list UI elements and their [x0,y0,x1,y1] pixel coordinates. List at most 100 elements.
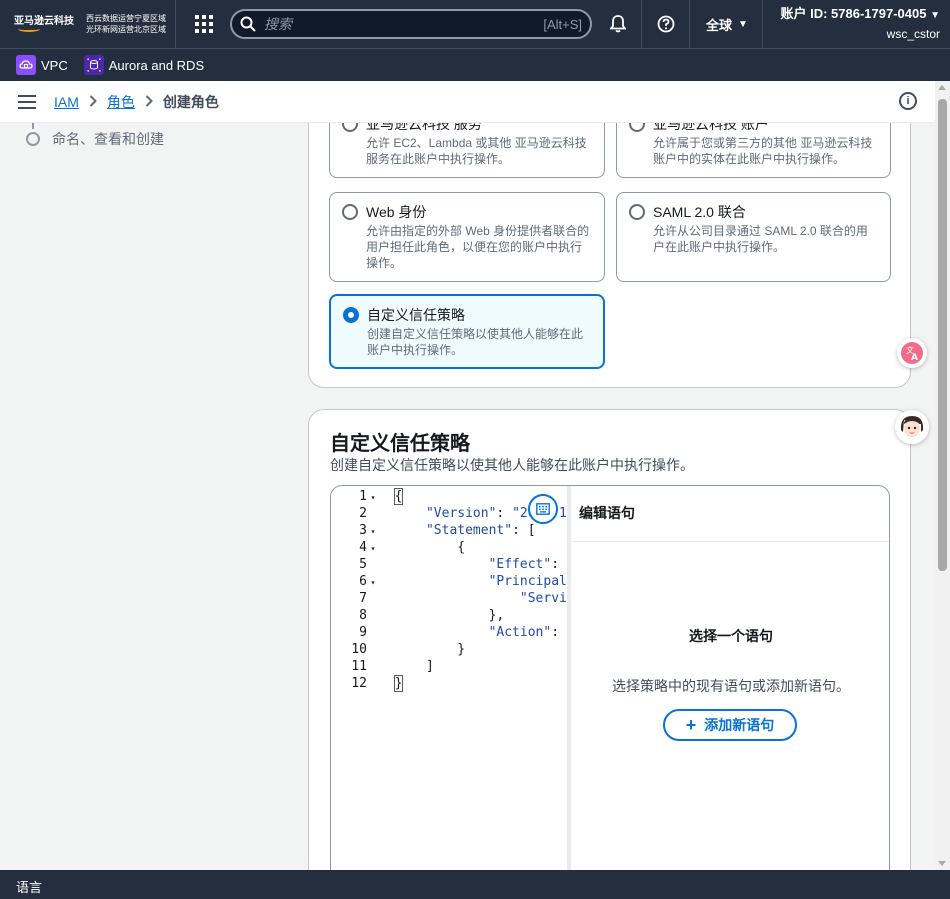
line-number: 11 [351,659,367,674]
services-menu-button[interactable] [186,6,222,42]
scroll-up-arrow-icon[interactable] [938,85,946,90]
info-icon[interactable]: i [899,92,917,110]
caret-down-icon: ▼ [930,10,940,21]
account-id: 账户 ID: 5786-1797-0405 [780,6,927,21]
line-number: 12 [351,676,367,691]
code-text: "Principal": { [488,574,567,589]
tile-aws-service[interactable]: 亚马逊云科技 服务 允许 EC2、Lambda 或其他 亚马逊云科技 服务在此账… [329,123,605,178]
gutter-gap [379,591,395,606]
fold-toggle-icon[interactable]: ▾ [367,523,379,540]
assistant-avatar[interactable] [895,410,929,444]
code-text: { [393,488,404,505]
breadcrumb-current: 创建角色 [162,93,219,110]
code-text: } [394,642,466,657]
fold-toggle-icon[interactable]: ▾ [367,574,379,591]
step-label: 命名、查看和创建 [52,131,164,147]
tile-description: 允许 EC2、Lambda 或其他 亚马逊云科技 服务在此账户中执行操作。 [366,136,587,166]
tile-title: Web 身份 [366,204,427,220]
tile-saml-federation[interactable]: SAML 2.0 联合 允许从公司目录通过 SAML 2.0 联合的用户在此账户… [616,192,891,282]
tile-custom-trust-policy[interactable]: 自定义信任策略 创建自定义信任策略以使其他人能够在此账户中执行操作。 [329,294,605,369]
favorite-vpc[interactable]: VPC [16,55,68,75]
gutter-gap [379,659,395,674]
language-selector[interactable]: 语言 [16,880,42,895]
radio-button[interactable] [629,204,645,220]
top-navigation: 亚马逊云科技 西云数据运营宁夏区域 光环新网运营北京区域 搜索 [Alt+S] [0,0,950,48]
region-selector[interactable]: 全球 ▼ [690,0,763,48]
translate-widget-button[interactable]: 文 A [897,338,927,368]
statement-editor-title: 编辑语句 [571,486,889,542]
code-text: "Statement": [ [425,523,536,538]
favorites-bar: VPC Aurora and RDS [0,48,950,81]
keyboard-shortcuts-button[interactable] [528,494,558,524]
custom-trust-policy-panel: 自定义信任策略 创建自定义信任策略以使其他人能够在此账户中执行操作。 1 ▾ {2… [308,409,911,870]
radio-button-selected[interactable] [343,307,359,323]
tile-aws-account[interactable]: 亚马逊云科技 账户 允许属于您或第三方的其他 亚马逊云科技 账户中的实体在此账户… [616,123,891,178]
tile-title: 亚马逊云科技 账户 [653,123,769,132]
gutter-gap [379,625,395,640]
gutter-gap [379,506,395,521]
tile-description: 允许从公司目录通过 SAML 2.0 联合的用户在此账户中执行操作。 [653,224,868,254]
breadcrumb-roles[interactable]: 角色 [107,92,135,112]
tile-description: 允许由指定的外部 Web 身份提供者联合的用户担任此角色，以便在您的账户中执行操… [366,224,590,270]
code-line[interactable]: 9 "Action": "sts:AssumeRole" [331,624,567,641]
main-content: 命名、查看和创建 亚马逊云科技 服务 允许 EC2、Lambda 或其他 亚马逊… [0,123,935,870]
page-scrollbar[interactable] [935,81,950,870]
code-line[interactable]: 11 ] [331,658,567,675]
favorite-aurora-rds[interactable]: Aurora and RDS [83,55,204,75]
breadcrumb-iam[interactable]: IAM [54,94,79,110]
hamburger-menu-icon[interactable] [18,94,36,109]
account-menu[interactable]: 账户 ID: 5786-1797-0405 ▼ wsc_cstor [763,5,950,43]
grid-icon [195,15,213,33]
chevron-right-icon [89,94,97,110]
section-title: 自定义信任策略 [330,433,470,455]
gutter-gap [379,642,395,657]
tile-title: SAML 2.0 联合 [653,204,746,220]
account-user: wsc_cstor [886,27,940,41]
footer: 语言 [0,870,950,899]
code-line[interactable]: 4 ▾ { [331,539,567,556]
radio-button[interactable] [629,123,645,132]
line-number: 1 [359,489,367,504]
add-statement-button[interactable]: + 添加新语句 [663,709,797,741]
tile-web-identity[interactable]: Web 身份 允许由指定的外部 Web 身份提供者联合的用户担任此角色，以便在您… [329,192,605,282]
radio-button[interactable] [342,123,358,132]
avatar-icon [895,410,929,444]
notifications-button[interactable] [594,0,642,48]
code-line[interactable]: 7 "Service": "" [331,590,567,607]
help-button[interactable] [642,0,690,48]
code-editor[interactable]: 1▾ {2 "Version": "2012-10-17",3▾ "Statem… [331,486,567,870]
caret-down-icon: ▼ [738,18,748,30]
scrollbar-thumb[interactable] [938,99,947,571]
vpc-icon [16,55,36,75]
gutter-gap [379,676,395,691]
search-placeholder: 搜索 [264,16,292,32]
fold-toggle-icon[interactable]: ▾ [367,489,379,506]
line-number: 5 [359,557,367,572]
radio-button[interactable] [342,204,358,220]
wizard-step-review: 命名、查看和创建 [26,129,164,149]
fold-toggle-icon[interactable]: ▾ [367,540,379,557]
aws-china-logo[interactable]: 亚马逊云科技 西云数据运营宁夏区域 光环新网运营北京区域 [0,0,176,48]
code-line[interactable]: 3 ▾ "Statement": [ [331,522,567,539]
code-text: { [394,540,466,555]
tile-title: 自定义信任策略 [367,307,465,323]
code-text: "Service": "" [519,591,567,606]
chevron-right-icon [145,94,153,110]
code-line[interactable]: 8 }, [331,607,567,624]
code-line[interactable]: 6▾ "Principal": { [331,573,567,590]
code-line[interactable]: 12 } [331,675,567,692]
line-number: 9 [359,625,367,640]
scroll-down-arrow-icon[interactable] [938,861,946,866]
trusted-entity-panel: 亚马逊云科技 服务 允许 EC2、Lambda 或其他 亚马逊云科技 服务在此账… [308,123,911,388]
gutter-gap [379,523,395,538]
line-number: 10 [351,642,367,657]
search-input[interactable]: 搜索 [Alt+S] [230,9,592,39]
code-text: "Action": "sts:AssumeRole" [488,625,567,640]
line-number: 2 [359,506,367,521]
code-line[interactable]: 5 "Effect": "Allow", [331,556,567,573]
code-line[interactable]: 10 } [331,641,567,658]
section-description: 创建自定义信任策略以使其他人能够在此账户中执行操作。 [330,457,694,473]
tile-description: 创建自定义信任策略以使其他人能够在此账户中执行操作。 [367,327,584,357]
region-label: 全球 [706,17,733,33]
line-number: 7 [359,591,367,606]
